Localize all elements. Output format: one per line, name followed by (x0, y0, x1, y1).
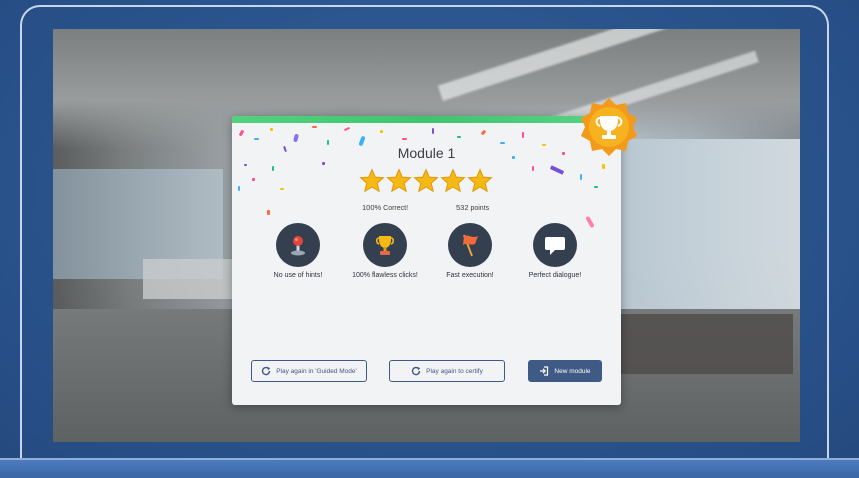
achievements-row: No use of hints! 100% flawless clicks! F… (232, 223, 621, 283)
flag-icon (463, 234, 478, 257)
joystick-icon (291, 236, 305, 256)
speech-bubble-icon (545, 237, 565, 255)
play-again-certify-label: Play again to certify (426, 367, 483, 375)
correct-stat: 100% Correct! (362, 203, 408, 212)
results-dialog: Module 1 100% Correct! 532 points No use… (232, 98, 637, 405)
star-icon (467, 168, 493, 193)
new-module-label: New module (554, 367, 591, 375)
achievement-perfect-dialogue: Perfect dialogue! (505, 223, 605, 279)
new-module-button[interactable]: New module (528, 360, 602, 382)
correct-label: Correct! (383, 205, 409, 212)
refresh-icon (262, 366, 271, 376)
play-again-certify-button[interactable]: Play again to certify (389, 360, 505, 382)
achievement-label: Perfect dialogue! (528, 272, 582, 279)
achievement-no-hints: No use of hints! (248, 223, 348, 279)
points-label: points (470, 205, 490, 212)
points-stat: 532 points (456, 203, 489, 212)
achievement-label: No use of hints! (273, 272, 323, 279)
star-icon (413, 168, 439, 193)
star-icon (359, 168, 385, 193)
star-rating (359, 168, 495, 194)
play-again-guided-button[interactable]: Play again in 'Guided Mode' (251, 360, 367, 382)
correct-value: 100% (362, 203, 382, 212)
star-icon (440, 168, 466, 193)
progress-bar-complete (232, 116, 621, 123)
points-value: 532 (456, 203, 469, 212)
play-again-guided-label: Play again in 'Guided Mode' (276, 367, 357, 375)
laptop-base (0, 458, 859, 478)
enter-icon (540, 366, 549, 376)
star-icon (386, 168, 412, 193)
module-title: Module 1 (397, 145, 456, 161)
window-right (613, 139, 800, 309)
desk (613, 314, 793, 374)
trophy-icon (375, 236, 395, 255)
refresh-icon (411, 366, 421, 376)
